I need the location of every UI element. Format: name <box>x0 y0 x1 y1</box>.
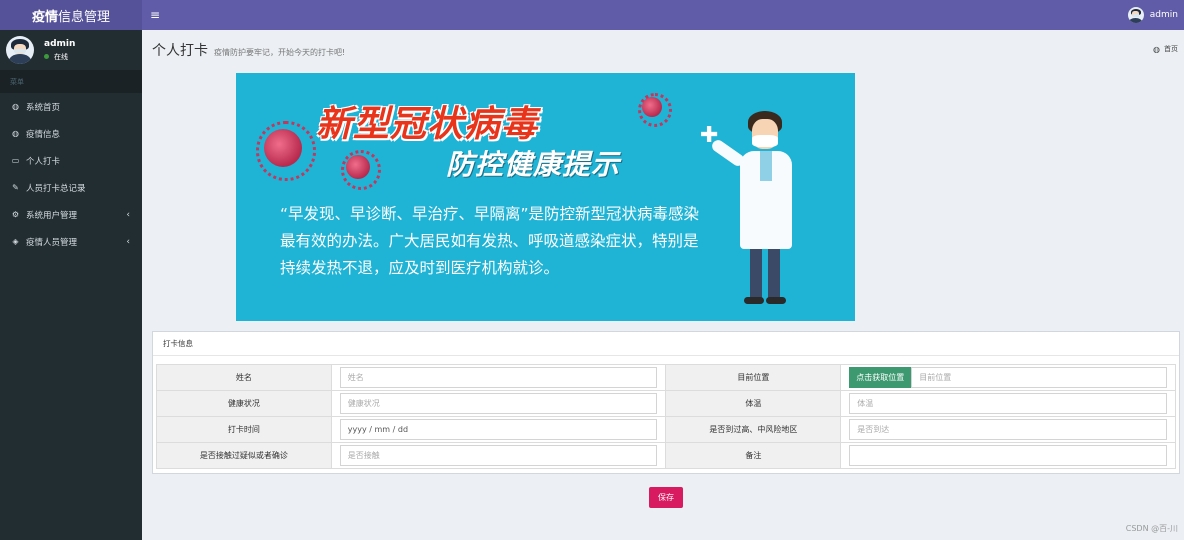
breadcrumb-home[interactable]: 首页 <box>1164 44 1178 54</box>
online-dot-icon <box>44 54 49 59</box>
avatar <box>6 36 34 64</box>
cube-icon: ◈ <box>12 237 19 246</box>
sidebar-item-checkin[interactable]: ▭ 个人打卡 <box>0 147 142 174</box>
breadcrumb[interactable]: ◍ 首页 <box>1153 44 1178 54</box>
avatar <box>1127 7 1144 23</box>
checkin-form-box: 打卡信息 姓名 目前位置 点击获取位置 健康状况 体温 打卡时间 是否到过高、中… <box>152 331 1180 474</box>
location-field[interactable] <box>911 367 1167 388</box>
sidebar-item-personnel-management[interactable]: ◈ 疫情人员管理 ‹ <box>0 228 142 255</box>
name-field[interactable] <box>339 367 658 388</box>
sidebar-user-name: admin <box>44 38 76 49</box>
health-tips-banner: 新型冠状病毒 防控健康提示 “早发现、早诊断、早治疗、早隔离”是防控新型冠状病毒… <box>236 73 855 321</box>
watermark: CSDN @百-川 <box>1125 524 1178 533</box>
chevron-left-icon: ‹ <box>126 236 130 247</box>
hamburger-icon[interactable]: ≡ <box>142 0 168 30</box>
checkin-form-table: 姓名 目前位置 点击获取位置 健康状况 体温 打卡时间 是否到过高、中风险地区 … <box>156 364 1176 469</box>
sidebar-item-user-management[interactable]: ⚙ 系统用户管理 ‹ <box>0 201 142 228</box>
banner-text: “早发现、早诊断、早治疗、早隔离”是防控新型冠状病毒感染最有效的办法。广大居民如… <box>280 205 700 277</box>
laptop-icon: ▭ <box>11 156 20 165</box>
sidebar-item-label: 疫情人员管理 <box>26 237 78 248</box>
note-field[interactable] <box>849 445 1167 466</box>
sidebar-item-label: 个人打卡 <box>26 156 61 167</box>
logo-bold-text: 疫情 <box>31 9 58 25</box>
status-badge: 在线 <box>44 52 75 62</box>
sidebar-item-label: 系统首页 <box>26 102 61 113</box>
page-title: 个人打卡 疫情防护要牢记，开始今天的打卡吧! <box>152 40 345 60</box>
virus-icon <box>256 121 316 181</box>
contact-field[interactable] <box>339 445 658 466</box>
page-subtitle: 疫情防护要牢记，开始今天的打卡吧! <box>214 48 346 57</box>
note-label: 备注 <box>665 442 842 469</box>
sidebar: admin 在线 菜单 ◍ 系统首页 ◍ 疫情信息 ▭ 个人打卡 ✎ 人员打卡总记录 ⚙… <box>0 30 142 540</box>
banner-title: 新型冠状病毒 <box>316 104 539 145</box>
virus-icon <box>341 150 381 190</box>
location-label: 目前位置 <box>665 364 842 391</box>
menu-header: 菜单 <box>0 70 142 93</box>
app-logo[interactable]: 疫情 信息管理 <box>0 0 142 30</box>
sidebar-item-checkin-records[interactable]: ✎ 人员打卡总记录 <box>0 174 142 201</box>
cogs-icon: ⚙ <box>11 210 20 219</box>
status-text: 在线 <box>54 52 68 61</box>
dashboard-icon: ◍ <box>12 102 19 111</box>
risk-area-field[interactable] <box>849 419 1167 440</box>
virus-icon <box>638 93 672 127</box>
dashboard-icon: ◍ <box>1153 44 1160 54</box>
logo-text: 信息管理 <box>58 9 111 25</box>
page-title-text: 个人打卡 <box>152 43 208 59</box>
sidebar-item-epidemic-info[interactable]: ◍ 疫情信息 <box>0 120 142 147</box>
nav-user-name: admin <box>1149 10 1178 20</box>
sidebar-item-label: 系统用户管理 <box>26 210 78 221</box>
dashboard-icon: ◍ <box>12 129 19 138</box>
health-label: 健康状况 <box>156 390 332 417</box>
checkin-date-field[interactable] <box>339 419 658 440</box>
save-button[interactable]: 保存 <box>649 487 683 508</box>
box-title: 打卡信息 <box>153 332 1179 356</box>
nav-user-menu[interactable]: admin <box>1127 7 1184 23</box>
name-label: 姓名 <box>156 364 332 391</box>
checkin-time-label: 打卡时间 <box>156 416 332 443</box>
user-panel: admin 在线 <box>0 30 142 70</box>
health-field[interactable] <box>339 393 658 414</box>
contact-label: 是否接触过疑似或者确诊 <box>156 442 332 469</box>
get-location-button[interactable]: 点击获取位置 <box>849 367 912 388</box>
sidebar-item-home[interactable]: ◍ 系统首页 <box>0 93 142 120</box>
risk-area-label: 是否到过高、中风险地区 <box>665 416 842 443</box>
banner-subtitle: 防控健康提示 <box>446 148 621 181</box>
temperature-field[interactable] <box>849 393 1167 414</box>
sidebar-item-label: 疫情信息 <box>26 129 61 140</box>
sidebar-item-label: 人员打卡总记录 <box>26 183 86 194</box>
edit-icon: ✎ <box>12 183 19 192</box>
top-navbar: ≡ admin <box>142 0 1184 30</box>
temperature-label: 体温 <box>665 390 842 417</box>
chevron-left-icon: ‹ <box>126 209 130 220</box>
doctor-illustration: ✚ <box>700 103 826 313</box>
